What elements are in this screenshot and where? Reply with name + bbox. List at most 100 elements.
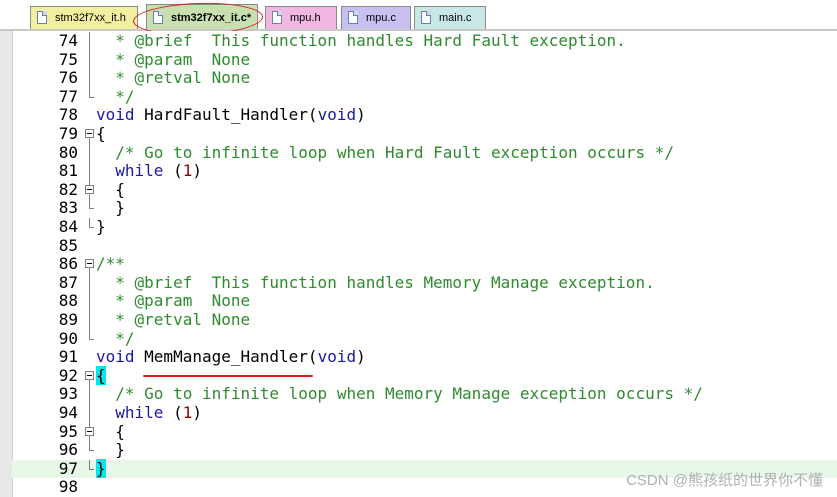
- code-text[interactable]: }: [96, 199, 125, 218]
- line-number: 82: [58, 179, 78, 199]
- code-line[interactable]: 96 }: [12, 441, 837, 460]
- fold-gutter: [84, 199, 96, 218]
- tab-label: mpu.c: [366, 12, 396, 24]
- fold-gutter: [84, 162, 96, 181]
- code-text[interactable]: void MemManage_Handler(void): [96, 347, 366, 367]
- code-text[interactable]: * @brief This function handles Hard Faul…: [96, 31, 626, 51]
- code-text[interactable]: }: [96, 217, 106, 237]
- fold-gutter[interactable]: [84, 422, 96, 442]
- line-number: 76: [58, 68, 78, 88]
- line-number: 96: [58, 440, 78, 460]
- fold-minus-icon[interactable]: [85, 184, 94, 194]
- code-line[interactable]: 88 * @param None: [12, 292, 837, 311]
- fold-end-icon: [89, 329, 94, 340]
- watermark: CSDN @熊孩纸的世界你不懂: [626, 472, 823, 489]
- fold-minus-icon[interactable]: [85, 259, 94, 269]
- tab-mpu-h[interactable]: mpu.h: [265, 6, 337, 29]
- code-line[interactable]: 83 }: [12, 199, 837, 218]
- tab-label: stm32f7xx_it.h: [55, 12, 126, 24]
- code-line[interactable]: 85: [12, 236, 837, 256]
- tab-label: main.c: [439, 12, 472, 24]
- code-text[interactable]: /* Go to infinite loop when Memory Manag…: [96, 385, 703, 404]
- fold-gutter[interactable]: [84, 125, 96, 144]
- code-text[interactable]: {: [96, 180, 125, 200]
- code-text[interactable]: while (1): [96, 161, 202, 181]
- code-text[interactable]: * @param None: [96, 50, 250, 70]
- line-number: 88: [58, 291, 78, 311]
- fold-minus-icon[interactable]: [85, 129, 94, 138]
- code-line[interactable]: 95 {: [12, 422, 837, 442]
- line-number: 91: [58, 347, 78, 367]
- fold-gutter: [84, 348, 96, 367]
- code-line[interactable]: 91 void MemManage_Handler(void): [12, 347, 837, 367]
- code-line[interactable]: 77 */: [12, 86, 837, 107]
- fold-gutter: [84, 292, 96, 311]
- line-number: 97: [58, 458, 78, 478]
- fold-gutter: [84, 143, 96, 163]
- fold-end-icon: [89, 218, 94, 228]
- code-line[interactable]: 87 * @brief This function handles Memory…: [12, 273, 837, 293]
- code-text[interactable]: }: [96, 458, 106, 479]
- fold-gutter: [84, 385, 96, 404]
- code-text[interactable]: }: [96, 441, 125, 460]
- fold-gutter[interactable]: [84, 180, 96, 200]
- code-line[interactable]: 76 * @retval None: [12, 68, 837, 88]
- tab-mpu-c[interactable]: mpu.c: [341, 6, 411, 29]
- code-text[interactable]: {: [96, 365, 106, 386]
- code-line[interactable]: 94 while (1): [12, 403, 837, 423]
- line-number: 86: [58, 254, 78, 274]
- line-number: 79: [58, 124, 78, 143]
- code-line[interactable]: 90 */: [12, 328, 837, 349]
- code-line[interactable]: 74 * @brief This function handles Hard F…: [12, 31, 837, 51]
- fold-gutter: [84, 273, 96, 293]
- code-line[interactable]: 89 * @retval None: [12, 310, 837, 330]
- line-number: 80: [58, 142, 78, 162]
- code-line[interactable]: 81 while (1): [12, 161, 837, 181]
- line-number: 75: [58, 49, 78, 69]
- fold-end-icon: [89, 199, 94, 210]
- fold-minus-icon[interactable]: [85, 426, 94, 436]
- code-text[interactable]: * @retval None: [96, 310, 250, 330]
- fold-gutter: [84, 32, 96, 51]
- code-text[interactable]: /* Go to infinite loop when Hard Fault e…: [96, 143, 674, 163]
- code-text[interactable]: * @param None: [96, 292, 250, 311]
- line-number: 90: [58, 328, 78, 348]
- fold-gutter: [84, 69, 96, 88]
- code-text[interactable]: while (1): [96, 403, 202, 423]
- code-line[interactable]: 92 {: [12, 365, 837, 386]
- line-number: 93: [58, 384, 78, 404]
- fold-gutter: [84, 478, 96, 497]
- code-text[interactable]: */: [96, 329, 134, 349]
- code-editor[interactable]: 74 * @brief This function handles Hard F…: [0, 31, 837, 497]
- file-icon: [348, 11, 358, 24]
- line-number: 81: [58, 161, 78, 181]
- code-text[interactable]: {: [96, 124, 106, 144]
- code-text[interactable]: */: [96, 87, 134, 107]
- fold-gutter: [84, 329, 96, 349]
- fold-gutter[interactable]: [84, 367, 96, 386]
- tab-stm32f7xx-it-h[interactable]: stm32f7xx_it.h: [30, 6, 138, 29]
- code-text[interactable]: void HardFault_Handler(void): [96, 106, 366, 125]
- fold-gutter[interactable]: [84, 255, 96, 275]
- code-line[interactable]: 78 void HardFault_Handler(void): [12, 106, 837, 125]
- code-text[interactable]: /**: [96, 254, 125, 274]
- code-text[interactable]: * @brief This function handles Memory Ma…: [96, 273, 654, 293]
- fold-end-icon: [89, 87, 94, 98]
- code-line[interactable]: 80 /* Go to infinite loop when Hard Faul…: [12, 142, 837, 163]
- code-line[interactable]: 79 {: [12, 124, 837, 144]
- line-number: 84: [58, 217, 78, 236]
- fold-minus-icon[interactable]: [85, 370, 94, 380]
- code-text[interactable]: {: [96, 422, 125, 442]
- code-line[interactable]: 82 {: [12, 179, 837, 200]
- code-line[interactable]: 86 /**: [12, 254, 837, 275]
- line-number: 78: [58, 105, 78, 125]
- code-line[interactable]: 84}: [12, 217, 837, 237]
- code-text[interactable]: * @retval None: [96, 68, 250, 88]
- fold-gutter: [84, 87, 96, 107]
- code-line[interactable]: 93 /* Go to infinite loop when Memory Ma…: [12, 385, 837, 404]
- fold-gutter: [84, 311, 96, 330]
- tab-main-c[interactable]: main.c: [414, 6, 486, 29]
- line-number: 77: [58, 86, 78, 106]
- code-line[interactable]: 75 * @param None: [12, 49, 837, 70]
- file-icon: [421, 11, 431, 24]
